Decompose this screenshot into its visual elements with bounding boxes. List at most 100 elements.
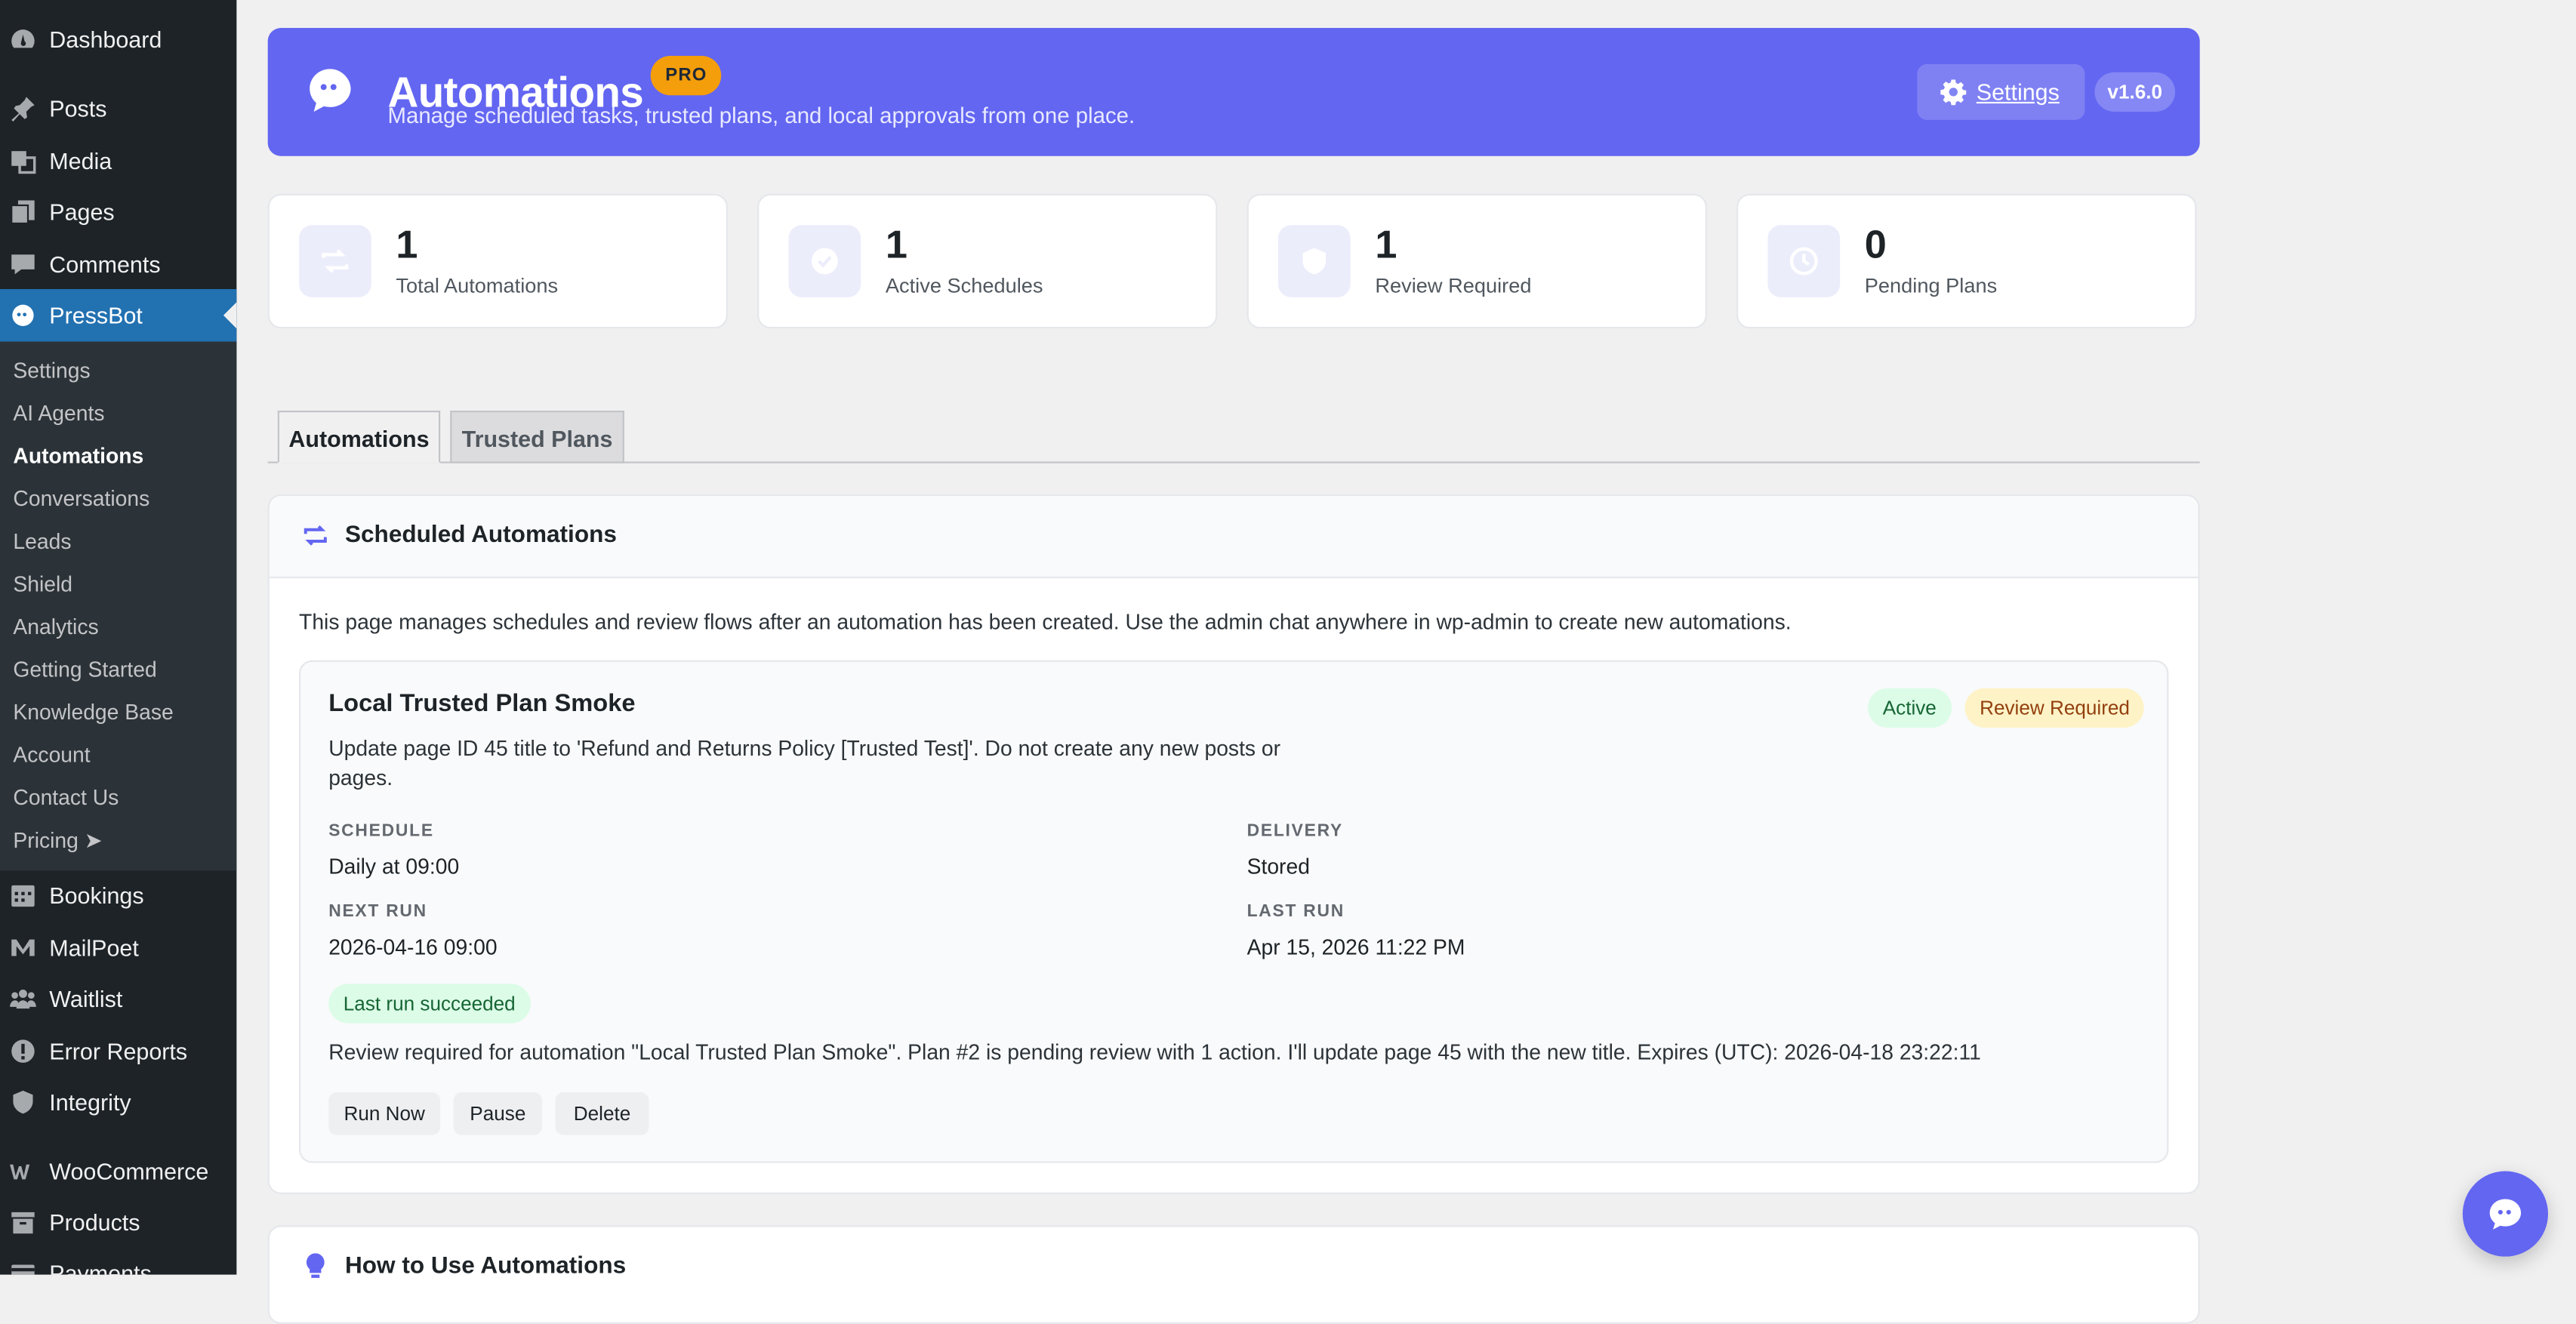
submenu-getting-started[interactable]: Getting Started — [13, 654, 156, 687]
pressbot-submenu: Settings AI Agents Automations Conversat… — [0, 341, 237, 871]
stat-card-pending-plans: 0 Pending Plans — [1736, 193, 2197, 329]
comment-icon — [10, 251, 36, 278]
menu-label: Waitlist — [49, 985, 123, 1012]
mailpoet-icon — [10, 934, 36, 961]
payments-icon — [10, 1260, 36, 1275]
last-run-label: LAST RUN — [1246, 901, 1345, 922]
submenu-leads[interactable]: Leads — [13, 525, 71, 559]
menu-pressbot[interactable]: PressBot — [0, 288, 237, 342]
next-run-value: 2026-04-16 09:00 — [328, 934, 498, 959]
page-header: Automations PRO Manage scheduled tasks, … — [267, 27, 2200, 156]
menu-pages[interactable]: Pages — [0, 186, 236, 239]
schedule-label: SCHEDULE — [328, 821, 434, 842]
menu-label: MailPoet — [49, 934, 139, 961]
stat-value: 1 — [1375, 223, 1397, 268]
menu-media[interactable]: Media — [0, 134, 236, 187]
menu-dashboard[interactable]: Dashboard — [0, 13, 236, 66]
menu-integrity[interactable]: Integrity — [0, 1076, 236, 1128]
submenu-automations[interactable]: Automations — [13, 440, 143, 473]
submenu-conversations[interactable]: Conversations — [13, 483, 149, 516]
archive-icon — [10, 1209, 36, 1236]
automation-description: Update page ID 45 title to 'Refund and R… — [328, 735, 1281, 790]
media-icon — [10, 148, 36, 174]
settings-label: Settings — [1976, 79, 2060, 106]
delivery-value: Stored — [1246, 854, 1310, 879]
stat-label: Review Required — [1375, 274, 1532, 297]
stat-label: Active Schedules — [885, 274, 1043, 297]
pushpin-icon — [10, 95, 36, 122]
stat-card-active-schedules: 1 Active Schedules — [757, 193, 1218, 329]
settings-button[interactable]: Settings — [1917, 63, 2085, 120]
automation-card: Local Trusted Plan Smoke Active Review R… — [299, 660, 2169, 1163]
menu-products[interactable]: Products — [0, 1196, 236, 1249]
menu-label: Media — [49, 147, 112, 174]
repeat-icon — [304, 525, 327, 546]
pages-icon — [10, 199, 36, 225]
submenu-shield[interactable]: Shield — [13, 568, 72, 602]
chat-bubble-icon — [304, 64, 357, 117]
submenu-knowledge-base[interactable]: Knowledge Base — [13, 697, 173, 730]
submenu-settings[interactable]: Settings — [13, 355, 90, 388]
pause-button[interactable]: Pause — [453, 1092, 543, 1135]
menu-bookings[interactable]: Bookings — [0, 869, 236, 922]
calendar-icon — [10, 882, 36, 909]
menu-woocommerce[interactable]: WooCommerce — [0, 1145, 236, 1198]
submenu-contact-us[interactable]: Contact Us — [13, 782, 119, 815]
status-badge: Active — [1868, 688, 1952, 728]
menu-posts[interactable]: Posts — [0, 82, 236, 135]
menu-comments[interactable]: Comments — [0, 239, 236, 291]
panel-header: Scheduled Automations — [269, 496, 2199, 578]
pro-badge: PRO — [650, 55, 723, 96]
menu-waitlist[interactable]: Waitlist — [0, 972, 236, 1025]
people-icon — [10, 986, 36, 1012]
stat-label: Pending Plans — [1864, 274, 1998, 297]
menu-label: PressBot — [49, 302, 143, 329]
dashboard-icon — [10, 26, 36, 53]
scheduled-automations-panel: Scheduled Automations This page manages … — [267, 494, 2200, 1194]
menu-label: Payments — [49, 1260, 152, 1275]
submenu-analytics[interactable]: Analytics — [13, 611, 98, 644]
menu-label: Comments — [49, 251, 161, 278]
panel-intro: This page manages schedules and review f… — [299, 609, 1792, 634]
admin-sidebar: Dashboard Posts Media Pages Comments Pre… — [0, 0, 237, 1275]
submenu-pricing[interactable]: Pricing ➤ — [13, 824, 102, 858]
menu-label: Pages — [49, 199, 115, 226]
run-now-button[interactable]: Run Now — [328, 1092, 441, 1135]
stat-card-total-automations: 1 Total Automations — [267, 193, 728, 329]
menu-label: Posts — [49, 95, 107, 122]
version-badge: v1.6.0 — [2094, 72, 2176, 112]
chat-launcher-button[interactable] — [2462, 1171, 2549, 1257]
panel-title: Scheduled Automations — [344, 522, 617, 549]
tab-trusted-plans[interactable]: Trusted Plans — [450, 411, 624, 463]
menu-label: Products — [49, 1209, 140, 1236]
last-run-status-badge: Last run succeeded — [328, 984, 531, 1024]
stat-value: 1 — [396, 223, 418, 268]
menu-label: Integrity — [49, 1088, 131, 1116]
review-message: Review required for automation "Local Tr… — [328, 1039, 1981, 1065]
stat-value: 1 — [885, 223, 907, 268]
woocommerce-icon — [10, 1158, 36, 1184]
lightbulb-icon — [306, 1253, 325, 1278]
delivery-label: DELIVERY — [1246, 821, 1343, 842]
repeat-icon — [299, 225, 371, 297]
stat-value: 0 — [1864, 223, 1887, 268]
last-run-value: Apr 15, 2026 11:22 PM — [1246, 934, 1465, 959]
menu-mailpoet[interactable]: MailPoet — [0, 922, 236, 975]
menu-payments[interactable]: Payments — [0, 1247, 236, 1275]
how-to-panel: How to Use Automations — [267, 1225, 2200, 1324]
menu-label: Dashboard — [49, 26, 162, 53]
stat-card-review-required: 1 Review Required — [1246, 193, 1707, 329]
submenu-account[interactable]: Account — [13, 739, 90, 772]
tab-divider — [267, 461, 2200, 463]
submenu-ai-agents[interactable]: AI Agents — [13, 398, 104, 431]
shield-icon — [1277, 225, 1351, 297]
gear-icon — [1940, 79, 1967, 106]
delete-button[interactable]: Delete — [555, 1092, 649, 1135]
menu-label: Error Reports — [49, 1038, 188, 1065]
chat-bubble-icon — [10, 302, 36, 328]
menu-label: Bookings — [49, 882, 144, 909]
shield-icon — [10, 1089, 36, 1116]
tab-automations[interactable]: Automations — [277, 411, 441, 463]
menu-error-reports[interactable]: Error Reports — [0, 1025, 236, 1078]
help-panel-title: How to Use Automations — [344, 1253, 627, 1280]
